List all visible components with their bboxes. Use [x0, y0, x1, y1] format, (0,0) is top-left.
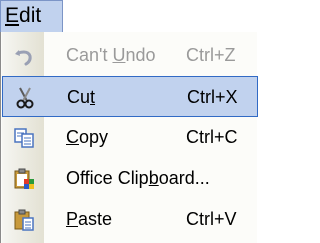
menu-item-paste[interactable]: Paste Ctrl+V	[2, 199, 258, 240]
menu-item-office-clipboard-label: Office Clipboard...	[66, 158, 210, 199]
menu-item-cut-shortcut: Ctrl+X	[187, 87, 238, 107]
paste-label-rest: aste	[78, 209, 113, 229]
undo-label-accelerator: U	[112, 45, 126, 65]
menu-item-copy-label: Copy	[66, 117, 108, 158]
menu-item-paste-label: Paste	[66, 199, 112, 240]
menu-item-copy-shortcut: Ctrl+C	[186, 127, 238, 147]
office-clipboard-label-accelerator: b	[148, 168, 159, 188]
office-clipboard-label-prefix: Office Clip	[66, 168, 149, 188]
menu-item-undo-label: Can't Undo	[66, 35, 156, 76]
undo-label-prefix: Can't	[66, 45, 113, 65]
cut-label-accelerator: t	[90, 87, 96, 107]
paste-icon	[14, 209, 34, 231]
undo-icon	[15, 50, 32, 66]
menu-item-office-clipboard[interactable]: Office Clipboard...	[2, 158, 258, 199]
menu-item-undo-shortcut: Ctrl+Z	[186, 45, 236, 65]
edit-menu-title-rest: dit	[19, 4, 42, 27]
copy-icon	[14, 128, 34, 148]
edit-menu-title-accelerator: E	[5, 4, 20, 27]
office-clipboard-icon	[14, 168, 34, 189]
menu-bar: Edit	[0, 0, 257, 32]
copy-label-rest: opy	[79, 127, 109, 147]
copy-label-accelerator: C	[66, 127, 79, 147]
menu-item-paste-shortcut: Ctrl+V	[186, 209, 237, 229]
edit-menu-title[interactable]: Edit	[0, 0, 63, 32]
menu-item-cut[interactable]: Cut Ctrl+X	[2, 76, 258, 117]
cut-label-prefix: Cu	[67, 87, 91, 107]
menu-item-undo[interactable]: Can't Undo Ctrl+Z	[2, 35, 258, 76]
edit-dropdown-menu: Can't Undo Ctrl+Z Cut Ctrl+X Copy Ctrl+C	[0, 32, 258, 243]
office-clipboard-label-rest: oard...	[158, 168, 210, 188]
paste-label-accelerator: P	[66, 209, 79, 229]
scissors-icon	[16, 87, 34, 109]
menu-item-copy[interactable]: Copy Ctrl+C	[2, 117, 258, 158]
undo-label-rest: ndo	[125, 45, 156, 65]
menu-item-cut-label: Cut	[67, 77, 95, 118]
